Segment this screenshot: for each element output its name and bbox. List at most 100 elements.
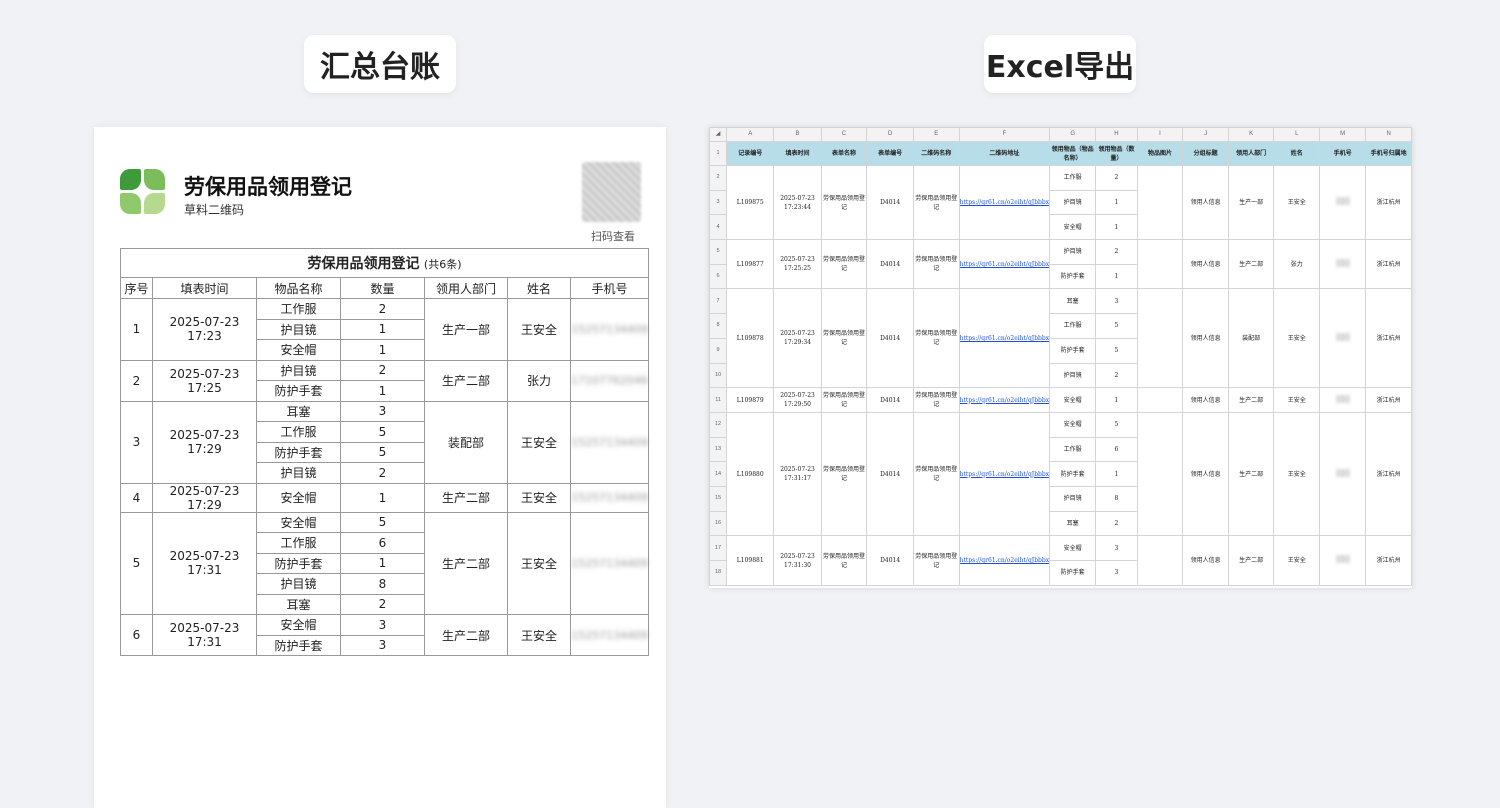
column-letter[interactable]: C	[820, 127, 868, 142]
column-letter[interactable]: L	[1273, 127, 1321, 142]
group-title[interactable]: 领用人信息	[1182, 239, 1229, 290]
item-name[interactable]: 工作服	[1049, 165, 1097, 191]
phone-region[interactable]: 浙江杭州	[1365, 239, 1412, 290]
row-number[interactable]: 13	[709, 436, 728, 463]
phone-number[interactable]	[1319, 288, 1367, 389]
qr-name[interactable]: 劳保用品领用登记	[913, 411, 960, 537]
item-quantity[interactable]: 2	[1095, 362, 1138, 389]
recipient-department[interactable]: 生产一部	[1227, 164, 1275, 241]
row-number[interactable]: 3	[709, 189, 728, 216]
qr-url-link[interactable]: https://qr61.cn/o2eiht/qJbbbx	[958, 387, 1051, 413]
item-quantity[interactable]: 1	[1095, 461, 1138, 487]
row-number[interactable]: 5	[709, 239, 728, 265]
row-number[interactable]: 9	[709, 337, 728, 364]
row-number[interactable]: 4	[709, 214, 728, 241]
record-id[interactable]: L109875	[726, 164, 775, 241]
fill-time[interactable]: 2025-07-23 17:29:34	[773, 288, 822, 389]
column-letter[interactable]: E	[913, 127, 960, 142]
row-number[interactable]: 16	[709, 510, 728, 537]
form-number[interactable]: D4014	[866, 411, 914, 537]
column-letter[interactable]: N	[1365, 127, 1412, 142]
fill-time[interactable]: 2025-07-23 17:25:25	[773, 239, 822, 290]
record-id[interactable]: L109881	[726, 535, 775, 586]
row-number[interactable]: 6	[709, 263, 728, 290]
item-name[interactable]: 防护手套	[1049, 560, 1097, 586]
phone-number[interactable]	[1319, 411, 1367, 537]
record-id[interactable]: L109879	[726, 387, 775, 413]
select-all-corner[interactable]: ◢	[709, 127, 728, 142]
fill-time[interactable]: 2025-07-23 17:23:44	[773, 164, 822, 241]
phone-region[interactable]: 浙江杭州	[1365, 411, 1412, 537]
group-title[interactable]: 领用人信息	[1182, 411, 1229, 537]
row-number[interactable]: 2	[709, 165, 728, 191]
item-quantity[interactable]: 1	[1095, 214, 1138, 241]
phone-region[interactable]: 浙江杭州	[1365, 164, 1412, 241]
column-letter[interactable]: J	[1182, 127, 1229, 142]
item-name[interactable]: 耳塞	[1049, 288, 1097, 315]
item-image[interactable]	[1136, 411, 1184, 537]
item-quantity[interactable]: 3	[1095, 535, 1138, 561]
group-title[interactable]: 领用人信息	[1182, 288, 1229, 389]
item-image[interactable]	[1136, 535, 1184, 586]
item-name[interactable]: 工作服	[1049, 313, 1097, 339]
phone-region[interactable]: 浙江杭州	[1365, 288, 1412, 389]
item-name[interactable]: 护目镜	[1049, 239, 1097, 265]
phone-number[interactable]	[1319, 164, 1367, 241]
recipient-name[interactable]: 王安全	[1273, 164, 1321, 241]
item-quantity[interactable]: 3	[1095, 288, 1138, 315]
item-quantity[interactable]: 5	[1095, 313, 1138, 339]
item-name[interactable]: 防护手套	[1049, 263, 1097, 290]
recipient-department[interactable]: 生产二部	[1227, 535, 1275, 586]
column-letter[interactable]: G	[1049, 127, 1097, 142]
qr-code-image[interactable]	[582, 162, 641, 222]
qr-url-link[interactable]: https://qr61.cn/o2eiht/qJbbbx	[958, 411, 1051, 537]
qr-name[interactable]: 劳保用品领用登记	[913, 535, 960, 586]
column-letter[interactable]: M	[1319, 127, 1367, 142]
form-number[interactable]: D4014	[866, 535, 914, 586]
form-name[interactable]: 劳保用品领用登记	[820, 239, 868, 290]
phone-number[interactable]	[1319, 535, 1367, 586]
recipient-department[interactable]: 生产二部	[1227, 239, 1275, 290]
form-number[interactable]: D4014	[866, 239, 914, 290]
column-letter[interactable]: F	[958, 127, 1051, 142]
recipient-name[interactable]: 王安全	[1273, 288, 1321, 389]
form-number[interactable]: D4014	[866, 288, 914, 389]
row-number[interactable]: 1	[709, 141, 728, 166]
item-name[interactable]: 工作服	[1049, 436, 1097, 463]
record-id[interactable]: L109880	[726, 411, 775, 537]
phone-number[interactable]	[1319, 387, 1367, 413]
column-letter[interactable]: A	[726, 127, 775, 142]
fill-time[interactable]: 2025-07-23 17:31:30	[773, 535, 822, 586]
fill-time[interactable]: 2025-07-23 17:29:50	[773, 387, 822, 413]
item-quantity[interactable]: 5	[1095, 337, 1138, 364]
group-title[interactable]: 领用人信息	[1182, 164, 1229, 241]
item-name[interactable]: 护目镜	[1049, 189, 1097, 216]
column-letter[interactable]: K	[1227, 127, 1275, 142]
item-quantity[interactable]: 5	[1095, 411, 1138, 438]
qr-url-link[interactable]: https://qr61.cn/o2eiht/qJbbbx	[958, 535, 1051, 586]
qr-name[interactable]: 劳保用品领用登记	[913, 387, 960, 413]
phone-region[interactable]: 浙江杭州	[1365, 535, 1412, 586]
recipient-department[interactable]: 生产二部	[1227, 411, 1275, 537]
row-number[interactable]: 12	[709, 411, 728, 438]
row-number[interactable]: 18	[709, 560, 728, 586]
item-name[interactable]: 防护手套	[1049, 337, 1097, 364]
item-image[interactable]	[1136, 288, 1184, 389]
column-letter[interactable]: H	[1095, 127, 1138, 142]
qr-url-link[interactable]: https://qr61.cn/o2eiht/qJbbbx	[958, 164, 1051, 241]
column-letter[interactable]: B	[773, 127, 822, 142]
qr-name[interactable]: 劳保用品领用登记	[913, 164, 960, 241]
item-name[interactable]: 安全帽	[1049, 411, 1097, 438]
item-quantity[interactable]: 8	[1095, 485, 1138, 512]
item-name[interactable]: 防护手套	[1049, 461, 1097, 487]
form-name[interactable]: 劳保用品领用登记	[820, 288, 868, 389]
item-quantity[interactable]: 2	[1095, 510, 1138, 537]
item-image[interactable]	[1136, 164, 1184, 241]
qr-url-link[interactable]: https://qr61.cn/o2eiht/qJbbbx	[958, 239, 1051, 290]
item-quantity[interactable]: 2	[1095, 165, 1138, 191]
recipient-department[interactable]: 装配部	[1227, 288, 1275, 389]
form-number[interactable]: D4014	[866, 387, 914, 413]
row-number[interactable]: 15	[709, 485, 728, 512]
recipient-name[interactable]: 王安全	[1273, 387, 1321, 413]
item-quantity[interactable]: 1	[1095, 263, 1138, 290]
